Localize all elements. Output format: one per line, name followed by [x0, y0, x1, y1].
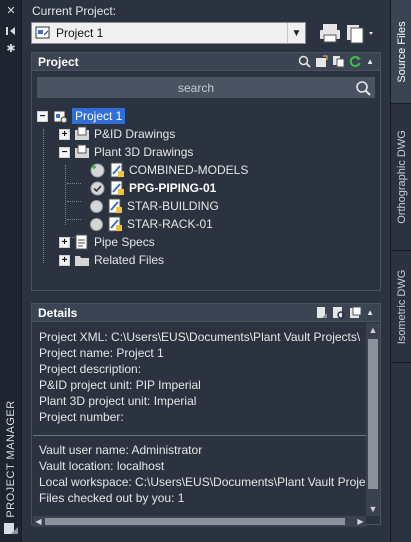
details-horizontal-scrollbar[interactable]: ◀ ▶	[33, 516, 366, 527]
search-icon[interactable]	[298, 55, 311, 68]
project-manager-main: Current Project: Project 1 ▼ Project ▲ s…	[22, 0, 390, 542]
tree-node-plant3d-drawings[interactable]: − Plant 3D Drawings	[59, 143, 193, 161]
scroll-thumb[interactable]	[368, 339, 378, 489]
details-content: Project XML: C:\Users\EUS\Documents\Plan…	[33, 323, 366, 516]
scroll-right-icon[interactable]: ▶	[355, 516, 366, 527]
current-project-value: Project 1	[56, 26, 104, 40]
new-folder-icon[interactable]	[315, 55, 328, 68]
panel-collapse-icon[interactable]: ▲	[366, 57, 374, 66]
pid-folder-icon	[75, 126, 89, 140]
drawing-icon	[110, 180, 124, 196]
document-icon[interactable]	[315, 306, 328, 319]
tree-node-drawing[interactable]: PPG-PIPING-01	[90, 179, 216, 197]
folder-icon	[75, 256, 89, 266]
current-project-dropdown[interactable]: Project 1 ▼	[31, 22, 306, 44]
detail-line: Plant 3D project unit: Imperial	[39, 394, 197, 408]
status-indicator-icon	[90, 217, 103, 231]
tree-node-drawing[interactable]: STAR-BUILDING	[90, 197, 219, 215]
tab-source-files[interactable]: Source Files	[391, 0, 411, 104]
detail-line: Local workspace: C:\Users\EUS\Documents\…	[39, 475, 366, 489]
tree-node-label: Pipe Specs	[94, 235, 155, 249]
project-icon	[35, 26, 50, 39]
refresh-icon[interactable]	[349, 55, 362, 68]
detail-line: Vault user name: Administrator	[39, 443, 203, 457]
preview-icon[interactable]	[332, 306, 345, 319]
palette-menu-icon[interactable]	[3, 520, 19, 536]
detail-line: Files checked out by you: 1	[39, 491, 185, 505]
tree-node-label: STAR-BUILDING	[127, 199, 219, 213]
publish-icon[interactable]	[344, 22, 376, 44]
tree-node-label: Plant 3D Drawings	[94, 145, 194, 159]
search-placeholder: search	[177, 80, 215, 95]
close-palette-icon[interactable]: ✕	[4, 5, 18, 17]
auto-hide-icon[interactable]	[4, 25, 18, 37]
current-project-label: Current Project:	[32, 4, 117, 18]
collapse-toggle[interactable]: −	[37, 110, 48, 122]
palette-strip: ✕ ✱ PROJECT MANAGER	[0, 0, 22, 542]
tree-node-pid-drawings[interactable]: + P&ID Drawings	[59, 125, 175, 143]
tree-node-label: PPG-PIPING-01	[129, 181, 217, 195]
details-panel-title: Details	[38, 305, 78, 320]
details-divider	[33, 435, 366, 436]
detail-line: Project XML: C:\Users\EUS\Documents\Plan…	[39, 330, 361, 344]
palette-title: PROJECT MANAGER	[5, 400, 17, 518]
details-panel-header: Details ▲	[32, 304, 380, 322]
tree-node-related-files[interactable]: + Related Files	[59, 251, 164, 269]
drawing-icon	[108, 216, 122, 232]
panel-collapse-icon[interactable]: ▲	[366, 308, 374, 317]
copy-files-icon[interactable]	[332, 55, 345, 68]
add-status-icon	[90, 163, 105, 177]
scroll-thumb[interactable]	[45, 518, 345, 525]
tab-orthographic-dwg[interactable]: Orthographic DWG	[391, 104, 411, 251]
project-panel: Project ▲ search − Project 1 + P&ID Draw…	[31, 52, 381, 291]
detail-line: P&ID project unit: PIP Imperial	[39, 378, 201, 392]
expand-toggle[interactable]: +	[59, 236, 70, 248]
pipe-specs-icon	[75, 234, 88, 250]
print-icon[interactable]	[318, 22, 342, 44]
search-input[interactable]: search	[37, 77, 375, 98]
search-magnifier-icon[interactable]	[355, 80, 371, 96]
tree-node-project-root[interactable]: − Project 1	[37, 107, 126, 125]
scroll-down-icon[interactable]: ▼	[366, 502, 380, 516]
details-panel: Details ▲ Project XML: C:\Users\EUS\Docu…	[31, 303, 381, 527]
project-node-icon	[53, 110, 68, 124]
tree-node-drawing[interactable]: STAR-RACK-01	[90, 215, 213, 233]
checked-out-status-icon	[90, 181, 105, 195]
scroll-left-icon[interactable]: ◀	[33, 516, 44, 527]
project-panel-title: Project	[38, 54, 79, 69]
status-indicator-icon	[90, 199, 103, 213]
properties-gear-icon[interactable]: ✱	[4, 43, 18, 55]
collapse-toggle[interactable]: −	[59, 146, 70, 158]
detail-line: Vault location: localhost	[39, 459, 165, 473]
expand-toggle[interactable]: +	[59, 128, 70, 140]
detail-line: Project number:	[39, 410, 124, 424]
locked-drawing-icon	[110, 162, 124, 178]
history-icon[interactable]	[349, 306, 362, 319]
project-panel-header: Project ▲	[32, 53, 380, 71]
tree-node-pipe-specs[interactable]: + Pipe Specs	[59, 233, 155, 251]
scroll-up-icon[interactable]: ▲	[366, 323, 380, 337]
tree-node-label: STAR-RACK-01	[127, 217, 213, 231]
plant3d-folder-icon	[75, 144, 89, 158]
tree-node-label: COMBINED-MODELS	[129, 163, 249, 177]
side-tab-strip: Source Files Orthographic DWG Isometric …	[390, 0, 411, 542]
details-vertical-scrollbar[interactable]: ▲ ▼	[366, 323, 380, 516]
tree-node-drawing[interactable]: COMBINED-MODELS	[90, 161, 248, 179]
tree-node-label: Related Files	[94, 253, 165, 267]
expand-toggle[interactable]: +	[59, 254, 70, 266]
tree-node-label: P&ID Drawings	[94, 127, 176, 141]
drawing-icon	[108, 198, 122, 214]
detail-line: Project name: Project 1	[39, 346, 164, 360]
tab-isometric-dwg[interactable]: Isometric DWG	[391, 251, 411, 363]
tree-node-label: Project 1	[72, 108, 126, 124]
chevron-down-icon[interactable]: ▼	[287, 23, 305, 43]
detail-line: Project description:	[39, 362, 142, 376]
